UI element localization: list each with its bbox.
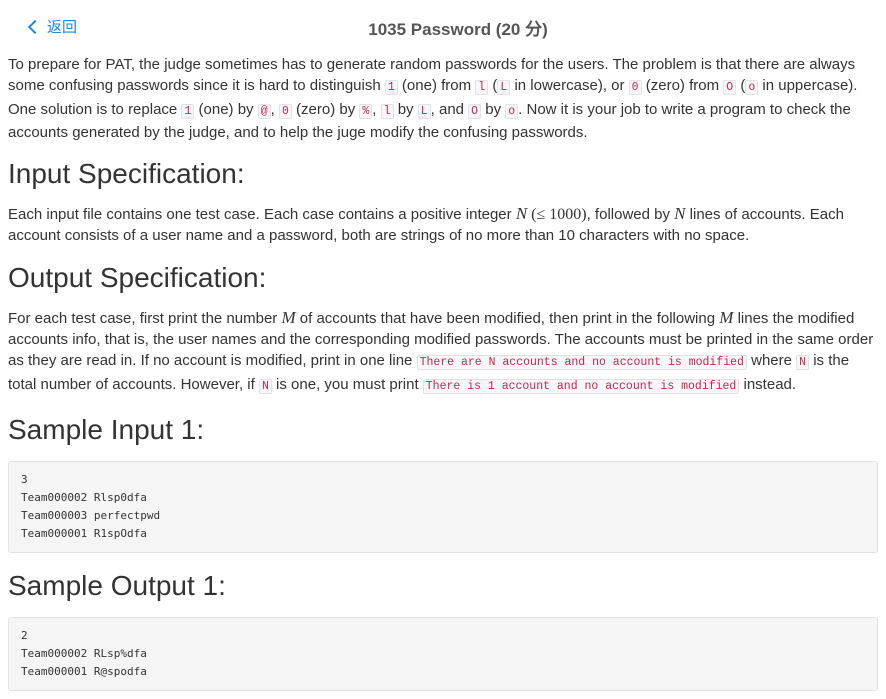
inline-code: 1 [181, 103, 195, 119]
code-line: Team000003 perfectpwd [21, 508, 161, 522]
inline-code: l [380, 103, 394, 119]
inline-code: N [258, 378, 272, 394]
inline-code: O [723, 80, 737, 96]
inline-code: O [468, 103, 482, 119]
output-spec-paragraph: For each test case, first print the numb… [8, 307, 874, 394]
inline-code: L [417, 103, 431, 119]
inline-code: o [505, 103, 519, 119]
sample-input-heading: Sample Input 1: [8, 413, 205, 445]
code-line: Team000001 R1spOdfa [21, 526, 147, 540]
code-line: Team000002 RLsp%dfa [21, 646, 147, 660]
sample-output-heading: Sample Output 1: [8, 569, 226, 601]
code-line: 3 [21, 472, 28, 486]
output-spec-heading: Output Specification: [8, 261, 267, 293]
problem-content: To prepare for PAT, the judge sometimes … [0, 54, 886, 691]
inline-code: l [475, 80, 489, 96]
inline-code: 1 [384, 80, 398, 96]
inline-code: 0 [628, 80, 642, 96]
top-bar: 返回 1035 Password (20 分) [0, 0, 886, 50]
inline-code: L [497, 80, 511, 96]
intro-paragraph: To prepare for PAT, the judge sometimes … [8, 56, 858, 141]
inline-code: % [359, 103, 373, 119]
inline-code: o [745, 80, 759, 96]
code-line: Team000001 R@spodfa [21, 664, 147, 678]
inline-code: @ [257, 103, 271, 119]
code-line: 2 [21, 628, 28, 642]
inline-code: 0 [278, 103, 292, 119]
sample-output-block: 2 Team000002 RLsp%dfa Team000001 R@spodfa [8, 616, 878, 691]
inline-code: There is 1 account and no account is mod… [422, 378, 740, 394]
sample-input-block: 3 Team000002 Rlsp0dfa Team000003 perfectpw… [8, 460, 878, 553]
input-spec-paragraph: Each input file contains one test case. … [8, 204, 844, 245]
input-spec-heading: Input Specification: [8, 158, 245, 190]
page-title: 1035 Password (20 分) [368, 20, 548, 39]
code-line: Team000002 Rlsp0dfa [21, 490, 147, 504]
inline-code: There are N accounts and no account is m… [416, 355, 747, 371]
inline-code: N [796, 355, 810, 371]
